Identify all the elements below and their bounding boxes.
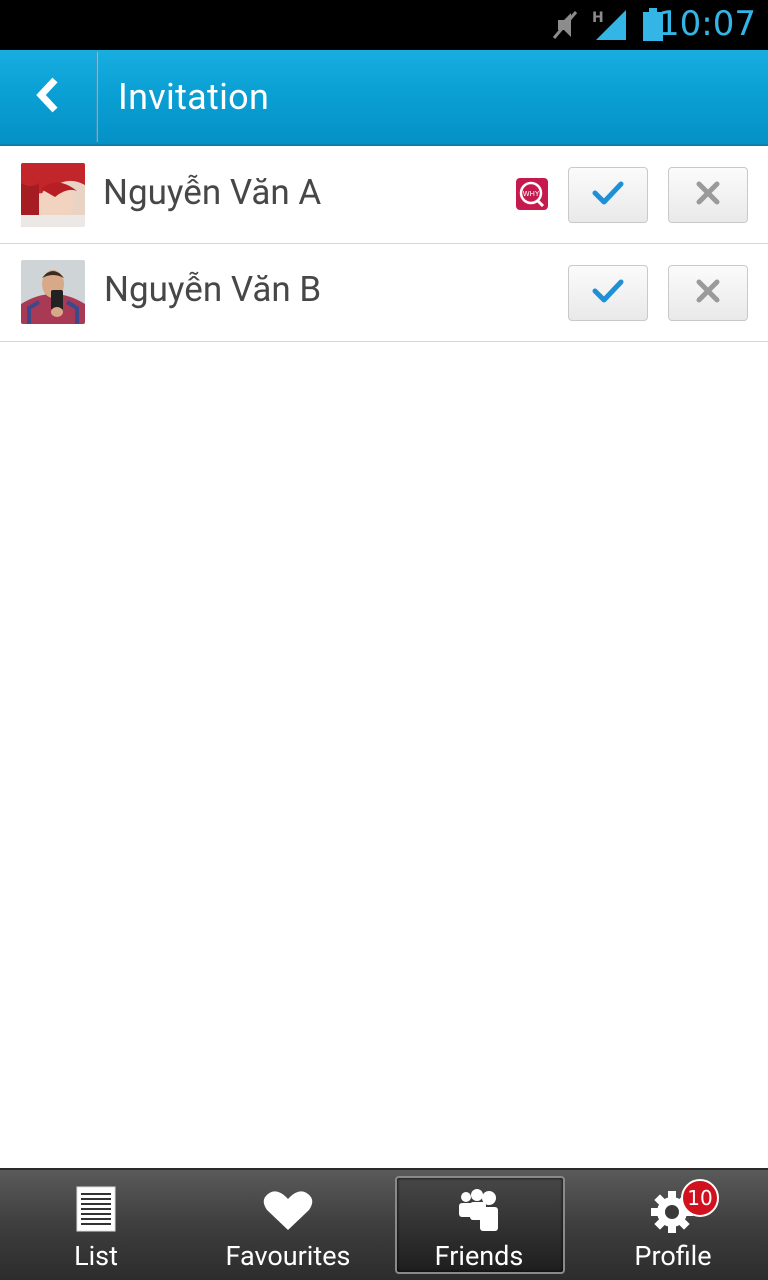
page-title: Invitation <box>118 76 270 118</box>
friends-icon <box>458 1188 498 1236</box>
avatar <box>21 163 85 227</box>
accept-button[interactable] <box>568 167 648 223</box>
bottom-tab-bar: List Favourites Friends 10 Profile <box>0 1168 768 1280</box>
svg-text:H: H <box>592 10 604 26</box>
action-bar: Invitation <box>0 50 768 146</box>
tab-label: List <box>74 1240 118 1272</box>
list-icon <box>76 1186 116 1236</box>
close-icon <box>695 278 721 308</box>
tab-favourites[interactable]: Favourites <box>192 1170 384 1280</box>
status-bar: H 10:07 <box>0 0 768 50</box>
accept-button[interactable] <box>568 265 648 321</box>
check-icon <box>591 180 625 210</box>
svg-text:WHY: WHY <box>523 190 540 198</box>
notification-badge: 10 <box>681 1179 719 1217</box>
close-icon <box>695 180 721 210</box>
tab-label: Profile <box>634 1240 712 1272</box>
action-bar-divider <box>96 52 98 142</box>
chevron-left-icon <box>35 77 61 117</box>
invitation-name: Nguyễn Văn A <box>103 172 322 213</box>
why-app-icon: WHY <box>516 178 548 210</box>
invitation-row: Nguyễn Văn B <box>0 244 768 342</box>
heart-icon <box>263 1190 313 1236</box>
back-button[interactable] <box>0 50 96 144</box>
tab-profile[interactable]: 10 Profile <box>576 1170 768 1280</box>
tab-label: Friends <box>434 1240 524 1272</box>
check-icon <box>591 278 625 308</box>
avatar <box>21 260 85 324</box>
decline-button[interactable] <box>668 265 748 321</box>
tab-friends[interactable]: Friends <box>392 1170 584 1280</box>
signal-h-icon: H <box>592 8 628 46</box>
tab-list[interactable]: List <box>0 1170 192 1280</box>
invitation-name: Nguyễn Văn B <box>104 269 322 310</box>
invitation-row: Nguyễn Văn A WHY <box>0 146 768 244</box>
mute-icon <box>552 10 578 44</box>
tab-label: Favourites <box>225 1240 351 1272</box>
decline-button[interactable] <box>668 167 748 223</box>
status-time: 10:07 <box>658 4 756 44</box>
